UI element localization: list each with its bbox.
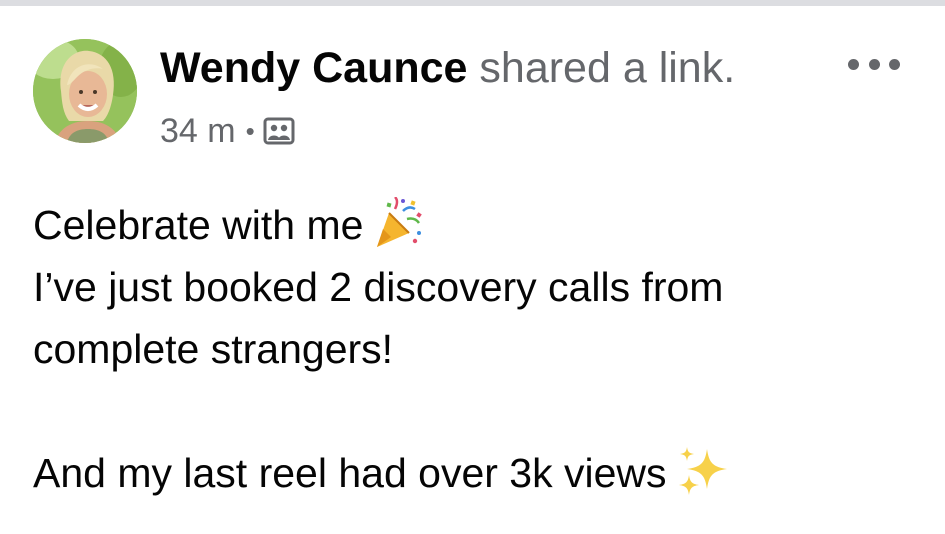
avatar-photo-icon	[33, 39, 137, 143]
post-timestamp[interactable]: 34 m	[160, 112, 236, 151]
post-text: And my last reel had over 3k views	[33, 450, 667, 496]
author-name-link[interactable]: Wendy Caunce	[160, 44, 467, 92]
post-header: Wendy Caunce shared a link.	[160, 42, 735, 94]
friends-group-icon[interactable]	[263, 116, 295, 146]
post-text-line: complete strangers!	[33, 318, 393, 380]
feed-post: Wendy Caunce shared a link. 34 m • Celeb…	[0, 6, 945, 534]
more-dot-icon	[889, 58, 900, 70]
more-dot-icon	[868, 58, 880, 70]
post-meta: 34 m •	[160, 108, 295, 154]
sparkles-icon	[677, 445, 729, 514]
post-text: Celebrate with me	[33, 202, 364, 248]
post-text-line: And my last reel had over 3k views	[33, 442, 729, 514]
more-options-button[interactable]	[848, 52, 900, 76]
post-text: I’ve just booked 2 discovery calls from	[33, 264, 724, 310]
more-dot-icon	[848, 58, 859, 70]
post-action-text: shared a link.	[479, 44, 736, 92]
post-text-line: I’ve just booked 2 discovery calls from	[33, 256, 723, 318]
post-text: complete strangers!	[33, 326, 394, 372]
author-avatar[interactable]	[33, 39, 137, 143]
meta-separator: •	[245, 115, 255, 146]
